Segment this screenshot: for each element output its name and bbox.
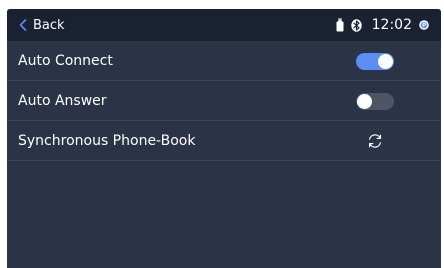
refresh-icon (365, 131, 385, 151)
status-indicators: 12:02 (336, 9, 429, 41)
auto-connect-label: Auto Connect (18, 53, 113, 69)
auto-connect-toggle[interactable] (356, 53, 394, 70)
bluetooth-icon (350, 18, 362, 32)
toggle-knob (357, 94, 372, 109)
phonebook-sync-button[interactable] (365, 131, 385, 151)
back-button[interactable]: Back (19, 9, 65, 41)
back-label: Back (33, 17, 65, 33)
status-bar: Back 12:02 (7, 9, 441, 41)
phonebook-sync-row: Synchronous Phone-Book (7, 121, 441, 161)
toggle-knob (378, 54, 393, 69)
chevron-left-icon (19, 19, 27, 31)
phonebook-sync-label: Synchronous Phone-Book (18, 133, 196, 149)
auto-connect-row: Auto Connect (7, 41, 441, 81)
auto-answer-label: Auto Answer (18, 93, 107, 109)
clock: 12:02 (371, 17, 412, 33)
p-badge-icon (419, 20, 429, 30)
auto-answer-toggle[interactable] (356, 93, 394, 110)
settings-screen: Back 12:02 Auto Connect Auto Answer Sync… (7, 9, 441, 268)
usb-icon (336, 18, 344, 32)
auto-answer-row: Auto Answer (7, 81, 441, 121)
